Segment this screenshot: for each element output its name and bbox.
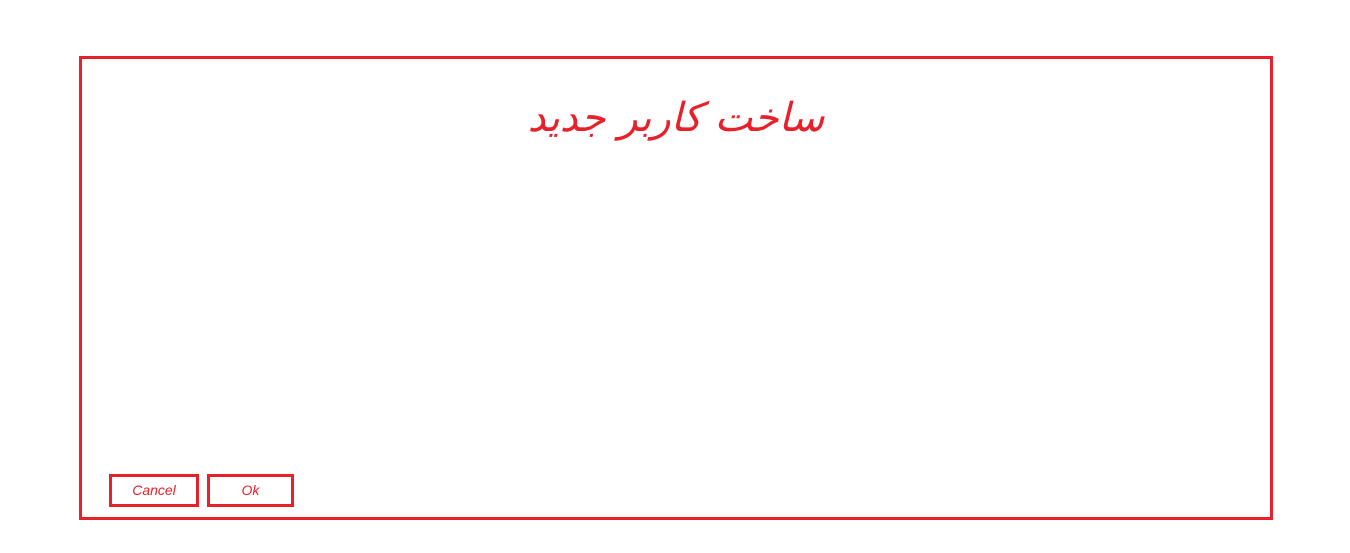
new-user-dialog: ساخت کاربر جدید Cancel Ok	[79, 56, 1273, 520]
dialog-title: ساخت کاربر جدید	[527, 95, 825, 141]
cancel-button[interactable]: Cancel	[109, 474, 199, 507]
ok-button[interactable]: Ok	[207, 474, 294, 507]
